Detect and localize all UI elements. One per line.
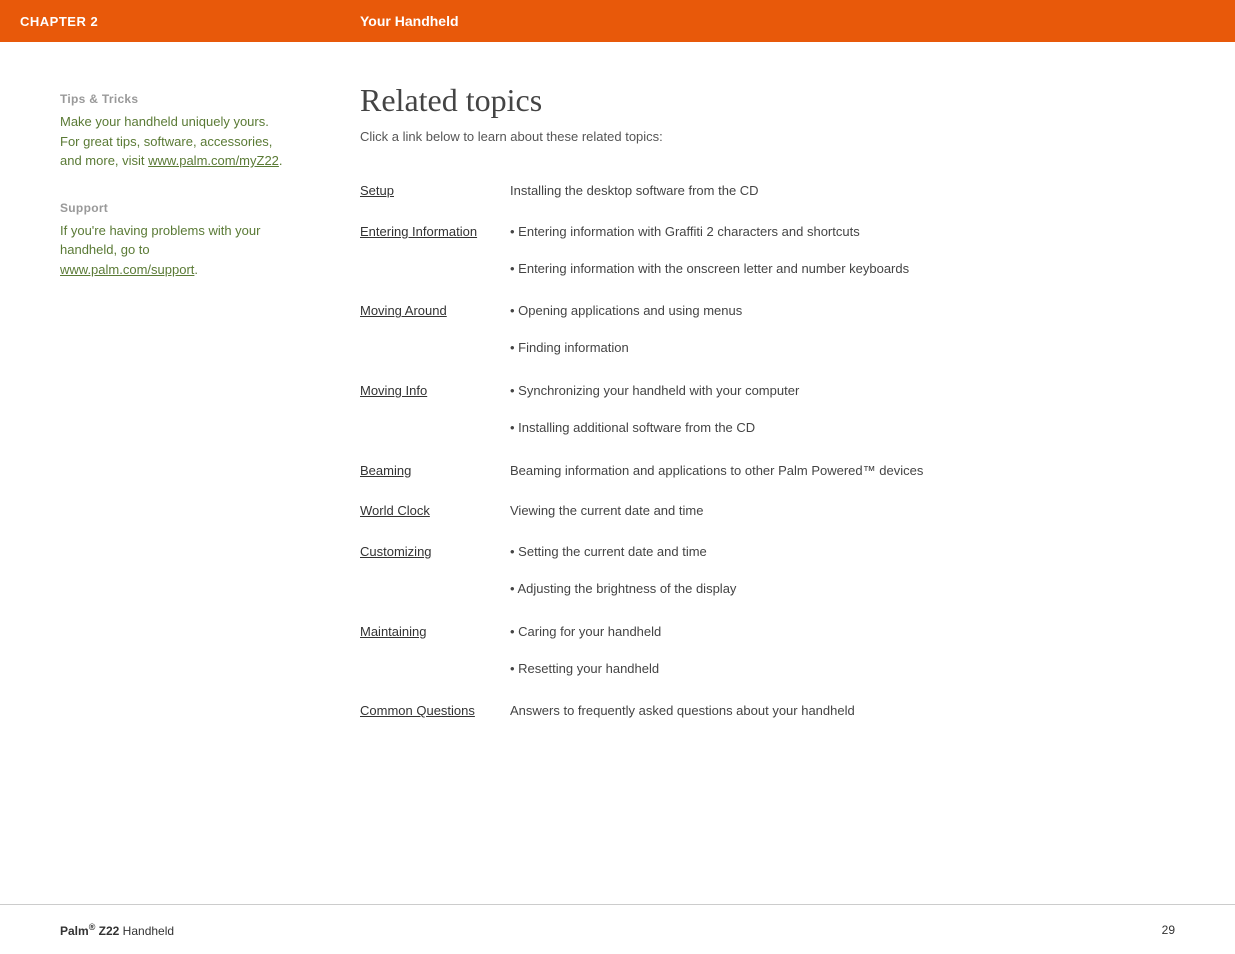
table-row: Finding information xyxy=(360,331,1215,368)
chapter-label: CHAPTER 2 xyxy=(20,14,360,29)
sidebar: Tips & Tricks Make your handheld uniquel… xyxy=(60,82,320,729)
table-row: Installing additional software from the … xyxy=(360,411,1215,448)
page-title: Related topics xyxy=(360,82,1215,119)
tips-section: Tips & Tricks Make your handheld uniquel… xyxy=(60,92,290,171)
table-row: Resetting your handheld xyxy=(360,652,1215,689)
table-row: Moving Around Opening applications and us… xyxy=(360,294,1215,331)
support-text-content: If you're having problems with your hand… xyxy=(60,223,260,258)
chapter-title: Your Handheld xyxy=(360,13,459,29)
support-text: If you're having problems with your hand… xyxy=(60,221,290,280)
topic-desc-item: Opening applications and using menus xyxy=(510,301,1205,322)
footer: Palm® Z22 Handheld 29 xyxy=(0,904,1235,954)
tips-title: Tips & Tricks xyxy=(60,92,290,106)
page-number: 29 xyxy=(1162,923,1175,937)
content-area: Related topics Click a link below to lea… xyxy=(320,82,1215,729)
topic-link-moving-around[interactable]: Moving Around xyxy=(360,303,447,318)
topic-desc-item: Caring for your handheld xyxy=(510,622,1205,643)
topic-desc-item: Beaming information and applications to … xyxy=(510,454,1215,489)
topic-desc-item: Finding information xyxy=(510,338,1205,359)
header-bar: CHAPTER 2 Your Handheld xyxy=(0,0,1235,42)
support-title: Support xyxy=(60,201,290,215)
table-row: World Clock Viewing the current date and … xyxy=(360,494,1215,529)
topic-desc-item: Installing the desktop software from the… xyxy=(510,174,1215,209)
table-row: Setup Installing the desktop software fro… xyxy=(360,174,1215,209)
table-row: Beaming Beaming information and applicati… xyxy=(360,454,1215,489)
topic-desc-item: Viewing the current date and time xyxy=(510,494,1215,529)
footer-left: Palm® Z22 Handheld xyxy=(60,922,174,938)
tips-link[interactable]: www.palm.com/myZ22 xyxy=(148,153,279,168)
topic-desc-item: Adjusting the brightness of the display xyxy=(510,579,1205,600)
topic-desc-item: Synchronizing your handheld with your co… xyxy=(510,381,1205,402)
footer-product: Palm® Z22 Handheld xyxy=(60,924,174,938)
table-row: Customizing Setting the current date and … xyxy=(360,535,1215,572)
main-content: Tips & Tricks Make your handheld uniquel… xyxy=(0,42,1235,769)
topic-desc-item: Resetting your handheld xyxy=(510,659,1205,680)
support-link[interactable]: www.palm.com/support xyxy=(60,262,194,277)
topic-link-setup[interactable]: Setup xyxy=(360,183,394,198)
topic-link-maintaining[interactable]: Maintaining xyxy=(360,624,427,639)
page-subtitle: Click a link below to learn about these … xyxy=(360,129,1215,144)
topic-link-entering-information[interactable]: Entering Information xyxy=(360,224,477,239)
topic-link-moving-info[interactable]: Moving Info xyxy=(360,383,427,398)
table-row: Entering Information Entering information… xyxy=(360,215,1215,252)
table-row: Maintaining Caring for your handheld xyxy=(360,615,1215,652)
table-row: Entering information with the onscreen l… xyxy=(360,252,1215,289)
topic-link-beaming[interactable]: Beaming xyxy=(360,463,411,478)
topic-link-customizing[interactable]: Customizing xyxy=(360,544,432,559)
topic-desc-item: Installing additional software from the … xyxy=(510,418,1205,439)
topic-desc-item: Entering information with the onscreen l… xyxy=(510,259,1205,280)
topic-desc-item: Entering information with Graffiti 2 cha… xyxy=(510,222,1205,243)
tips-text: Make your handheld uniquely yours. For g… xyxy=(60,112,290,171)
topic-desc-item: Setting the current date and time xyxy=(510,542,1205,563)
table-row: Adjusting the brightness of the display xyxy=(360,572,1215,609)
topic-link-world-clock[interactable]: World Clock xyxy=(360,503,430,518)
topic-link-common-questions[interactable]: Common Questions xyxy=(360,703,475,718)
table-row: Moving Info Synchronizing your handheld w… xyxy=(360,374,1215,411)
table-row: Common Questions Answers to frequently as… xyxy=(360,694,1215,729)
topics-table: Setup Installing the desktop software fro… xyxy=(360,174,1215,729)
topic-desc-item: Answers to frequently asked questions ab… xyxy=(510,694,1215,729)
support-section: Support If you're having problems with y… xyxy=(60,201,290,280)
